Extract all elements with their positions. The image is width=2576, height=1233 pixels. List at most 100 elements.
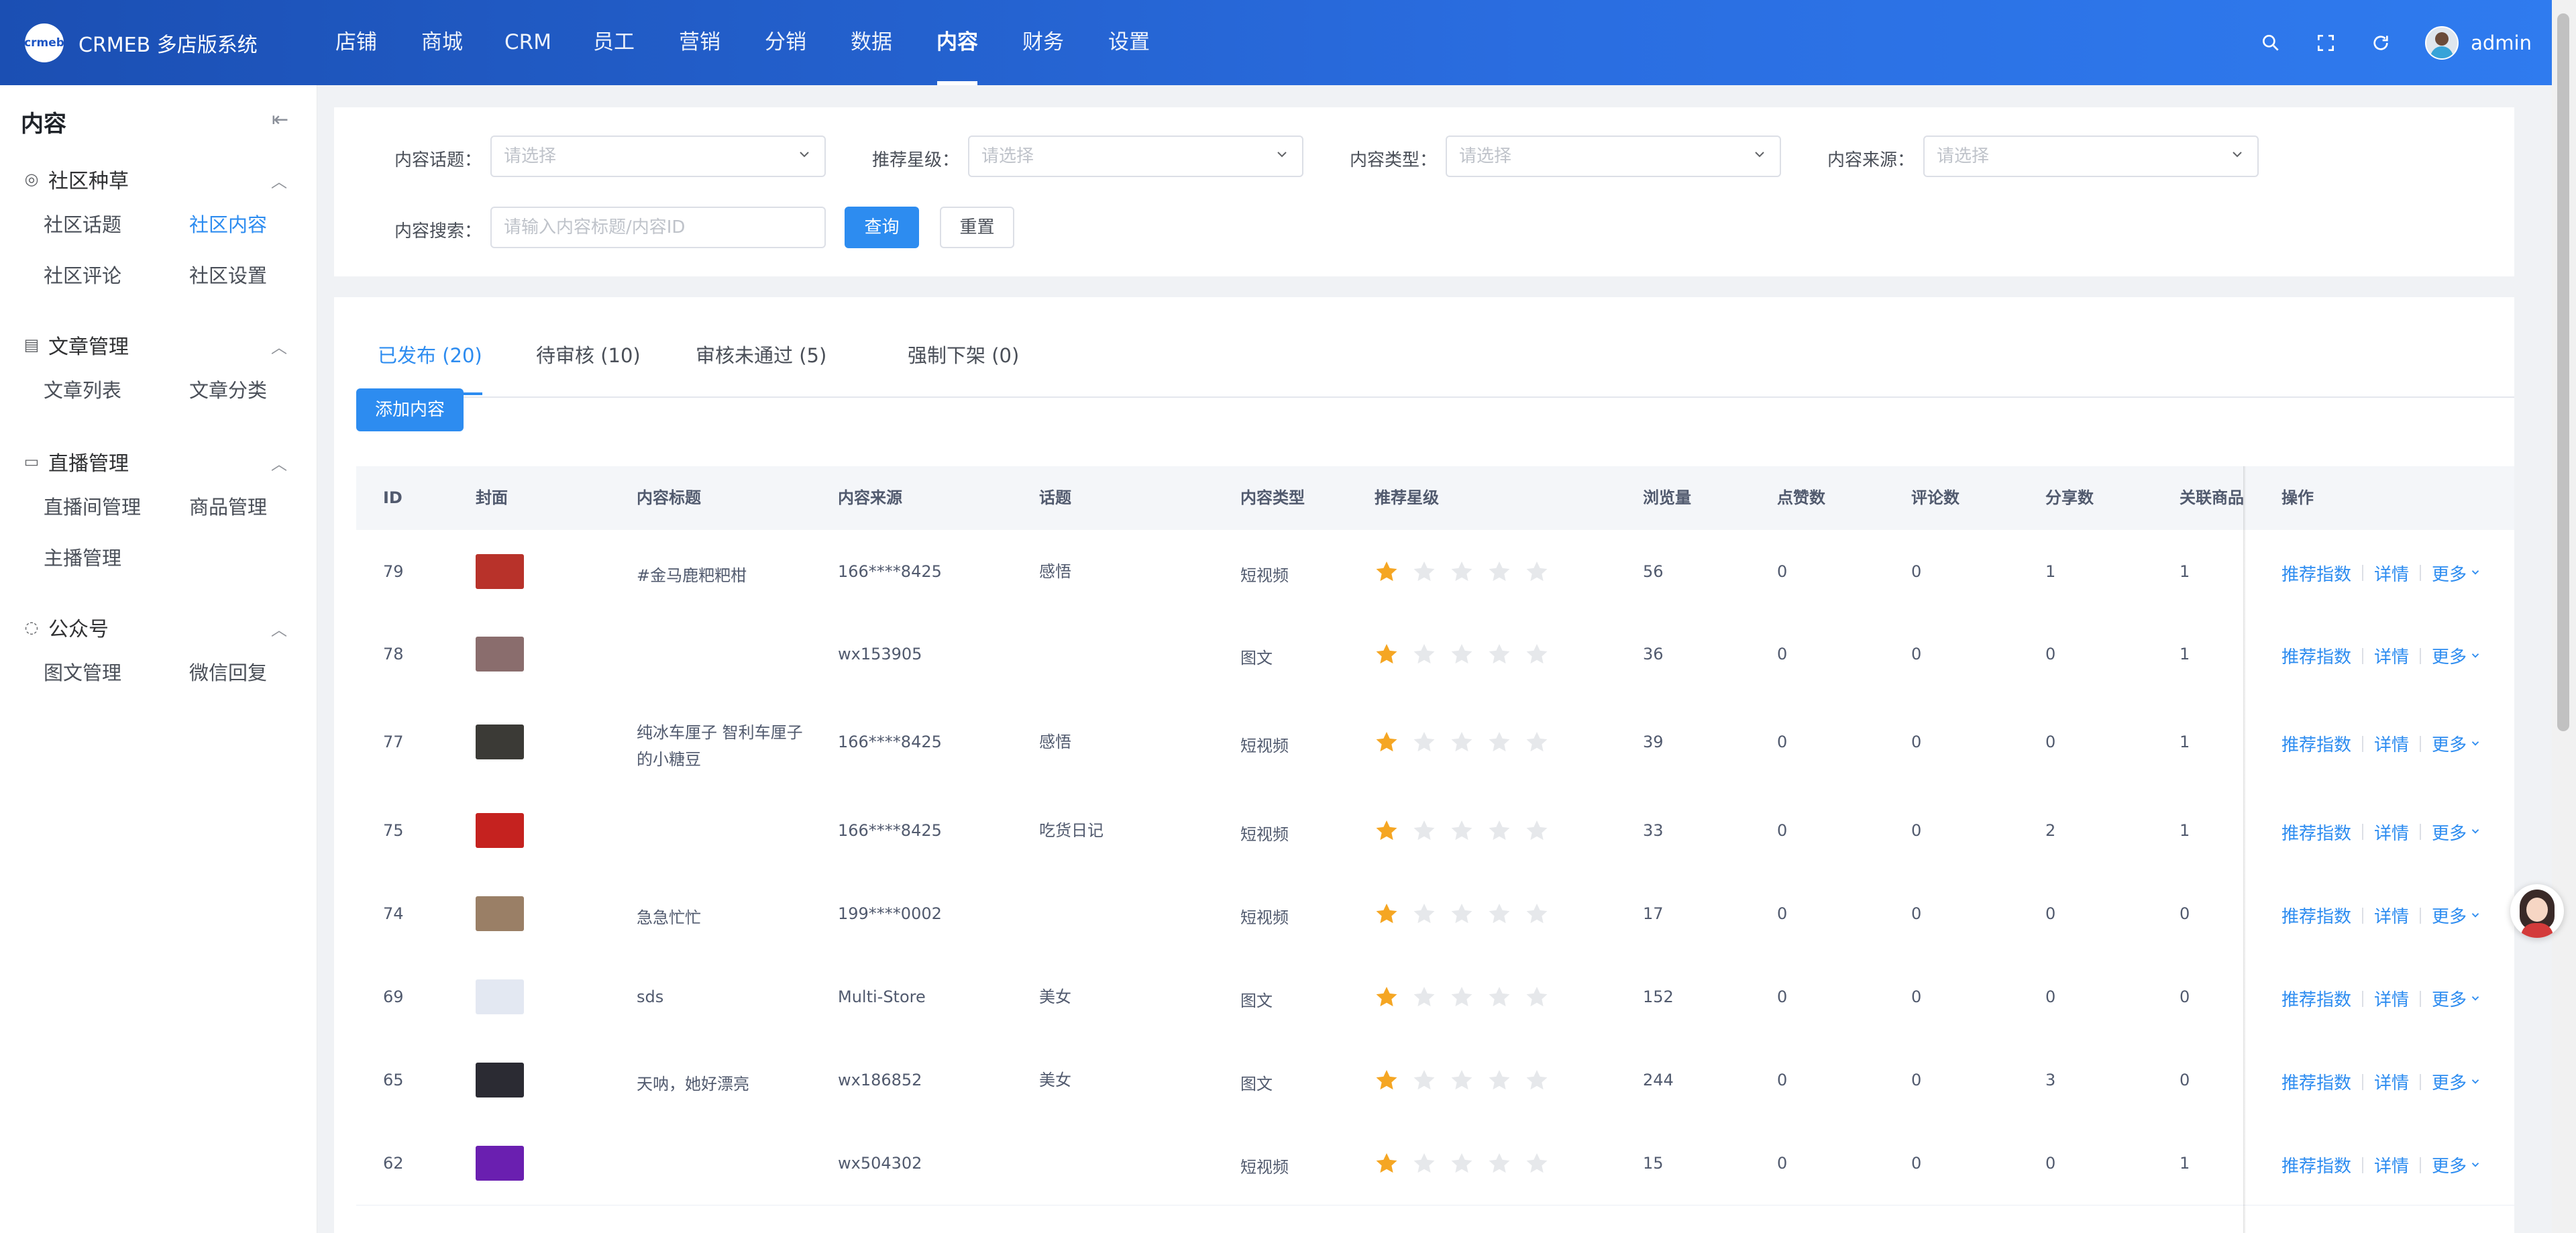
star-empty-icon[interactable]	[1525, 985, 1562, 1012]
star-filled-icon[interactable]	[1375, 902, 1412, 928]
more-link[interactable]: 更多	[2432, 903, 2467, 928]
customer-service-avatar[interactable]	[2510, 884, 2564, 938]
star-empty-icon[interactable]	[1412, 902, 1450, 928]
star-rating[interactable]	[1375, 1151, 1562, 1178]
more-link[interactable]: 更多	[2432, 1069, 2467, 1094]
search-icon[interactable]	[2257, 30, 2284, 56]
star-empty-icon[interactable]	[1487, 902, 1525, 928]
cover-thumbnail[interactable]	[476, 725, 524, 759]
topnav-item[interactable]: 财务	[1000, 0, 1086, 85]
recommend-index-link[interactable]: 推荐指数	[2282, 731, 2351, 756]
star-empty-icon[interactable]	[1412, 818, 1450, 845]
sidebar-item[interactable]: 社区评论	[44, 250, 189, 301]
chevron-down-icon[interactable]	[2469, 1155, 2481, 1175]
search-input[interactable]: 请输入内容标题/内容ID	[490, 207, 826, 248]
recommend-index-link[interactable]: 推荐指数	[2282, 1152, 2351, 1177]
star-empty-icon[interactable]	[1450, 730, 1487, 757]
sidebar-item[interactable]: 直播间管理	[44, 482, 189, 533]
status-tab[interactable]: 强制下架 (0)	[908, 331, 1019, 395]
cover-thumbnail[interactable]	[476, 896, 524, 931]
chevron-down-icon[interactable]	[2469, 1072, 2481, 1092]
recommend-index-link[interactable]: 推荐指数	[2282, 903, 2351, 928]
more-link[interactable]: 更多	[2432, 1152, 2467, 1177]
refresh-icon[interactable]	[2367, 30, 2394, 56]
sidebar-group-header[interactable]: ▭ 直播管理 ︿	[0, 441, 317, 482]
star-empty-icon[interactable]	[1450, 1068, 1487, 1095]
topnav-item[interactable]: 店铺	[313, 0, 399, 85]
star-empty-icon[interactable]	[1450, 1151, 1487, 1178]
recommend-index-link[interactable]: 推荐指数	[2282, 820, 2351, 845]
star-empty-icon[interactable]	[1487, 642, 1525, 669]
chevron-down-icon[interactable]	[2469, 906, 2481, 926]
status-tab[interactable]: 审核未通过 (5)	[696, 331, 826, 395]
recommend-index-link[interactable]: 推荐指数	[2282, 643, 2351, 668]
star-rating[interactable]	[1375, 985, 1562, 1012]
cover-thumbnail[interactable]	[476, 979, 524, 1014]
star-filled-icon[interactable]	[1375, 730, 1412, 757]
type-select[interactable]: 请选择	[1446, 136, 1781, 177]
star-filled-icon[interactable]	[1375, 1151, 1412, 1178]
sidebar-item[interactable]: 微信回复	[189, 647, 335, 698]
detail-link[interactable]: 详情	[2374, 561, 2409, 586]
topnav-item[interactable]: 营销	[657, 0, 743, 85]
topnav-item[interactable]: 数据	[828, 0, 914, 85]
user-avatar[interactable]	[2425, 25, 2459, 60]
star-rating[interactable]	[1375, 559, 1562, 586]
chevron-down-icon[interactable]	[2469, 734, 2481, 754]
detail-link[interactable]: 详情	[2374, 820, 2409, 845]
star-filled-icon[interactable]	[1375, 642, 1412, 669]
topnav-item[interactable]: 分销	[743, 0, 828, 85]
star-rating[interactable]	[1375, 1068, 1562, 1095]
star-empty-icon[interactable]	[1487, 1068, 1525, 1095]
star-empty-icon[interactable]	[1487, 985, 1525, 1012]
star-empty-icon[interactable]	[1412, 559, 1450, 586]
user-name[interactable]: admin	[2471, 32, 2532, 54]
star-empty-icon[interactable]	[1525, 902, 1562, 928]
star-rating[interactable]	[1375, 642, 1562, 669]
sidebar-group-header[interactable]: ◎ 社区种草 ︿	[0, 159, 317, 199]
star-empty-icon[interactable]	[1525, 559, 1562, 586]
recommend-index-link[interactable]: 推荐指数	[2282, 986, 2351, 1011]
star-filled-icon[interactable]	[1375, 985, 1412, 1012]
query-button[interactable]: 查询	[845, 207, 919, 248]
recommend-index-link[interactable]: 推荐指数	[2282, 561, 2351, 586]
more-link[interactable]: 更多	[2432, 561, 2467, 586]
sidebar-group-header[interactable]: ◌ 公众号 ︿	[0, 607, 317, 647]
cover-thumbnail[interactable]	[476, 1146, 524, 1181]
star-empty-icon[interactable]	[1450, 902, 1487, 928]
status-tab[interactable]: 待审核 (10)	[536, 331, 641, 395]
cover-thumbnail[interactable]	[476, 812, 524, 848]
star-empty-icon[interactable]	[1450, 818, 1487, 845]
star-empty-icon[interactable]	[1487, 730, 1525, 757]
star-empty-icon[interactable]	[1412, 1151, 1450, 1178]
star-empty-icon[interactable]	[1412, 1068, 1450, 1095]
star-filled-icon[interactable]	[1375, 1068, 1412, 1095]
collapse-sidebar-icon[interactable]: ⇤	[272, 108, 288, 131]
chevron-down-icon[interactable]	[2469, 822, 2481, 842]
detail-link[interactable]: 详情	[2374, 731, 2409, 756]
star-rating[interactable]	[1375, 818, 1562, 845]
cover-thumbnail[interactable]	[476, 1063, 524, 1097]
stars-select[interactable]: 请选择	[968, 136, 1303, 177]
sidebar-item[interactable]: 图文管理	[44, 647, 189, 698]
sidebar-item[interactable]: 文章分类	[189, 365, 335, 416]
detail-link[interactable]: 详情	[2374, 903, 2409, 928]
detail-link[interactable]: 详情	[2374, 643, 2409, 668]
more-link[interactable]: 更多	[2432, 731, 2467, 756]
topnav-item[interactable]: 商城	[399, 0, 485, 85]
star-empty-icon[interactable]	[1525, 1068, 1562, 1095]
detail-link[interactable]: 详情	[2374, 986, 2409, 1011]
more-link[interactable]: 更多	[2432, 643, 2467, 668]
recommend-index-link[interactable]: 推荐指数	[2282, 1069, 2351, 1094]
star-empty-icon[interactable]	[1525, 730, 1562, 757]
star-empty-icon[interactable]	[1450, 642, 1487, 669]
star-empty-icon[interactable]	[1450, 559, 1487, 586]
star-filled-icon[interactable]	[1375, 559, 1412, 586]
sidebar-item[interactable]: 文章列表	[44, 365, 189, 416]
sidebar-item[interactable]: 社区内容	[189, 199, 335, 250]
star-empty-icon[interactable]	[1525, 1151, 1562, 1178]
chevron-down-icon[interactable]	[2469, 989, 2481, 1009]
star-filled-icon[interactable]	[1375, 818, 1412, 845]
source-select[interactable]: 请选择	[1923, 136, 2259, 177]
topnav-item[interactable]: 内容	[914, 0, 1000, 85]
